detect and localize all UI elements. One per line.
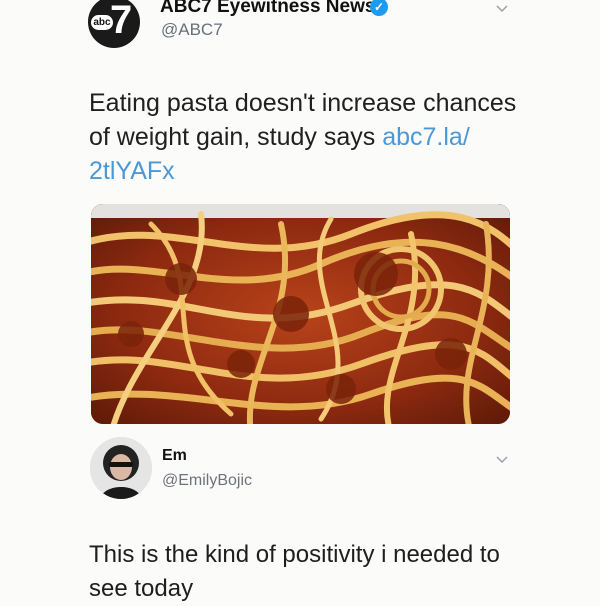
reply-author-handle[interactable]: @EmilyBojic bbox=[162, 472, 252, 490]
reply-avatar[interactable] bbox=[90, 437, 152, 499]
spaghetti-bolognese-photo bbox=[91, 204, 510, 424]
verified-badge-icon: ✓ bbox=[370, 0, 388, 16]
reply-author-name[interactable]: Em bbox=[162, 447, 187, 465]
user-avatar-photo bbox=[90, 437, 152, 499]
tweet-image-spaghetti[interactable] bbox=[91, 204, 510, 424]
chevron-down-icon[interactable] bbox=[496, 453, 508, 465]
tweet-text: Eating pasta doesn't increase chances of… bbox=[89, 86, 529, 188]
tweet-author-handle[interactable]: @ABC7 bbox=[161, 20, 223, 40]
logo-seven: 7 bbox=[110, 0, 133, 42]
reply-text: This is the kind of positivity i needed … bbox=[89, 541, 500, 602]
chevron-down-icon[interactable] bbox=[496, 2, 508, 14]
abc7-logo-avatar[interactable]: abc 7 bbox=[88, 0, 140, 48]
tweet-author-name[interactable]: ABC7 Eyewitness News bbox=[160, 0, 375, 18]
